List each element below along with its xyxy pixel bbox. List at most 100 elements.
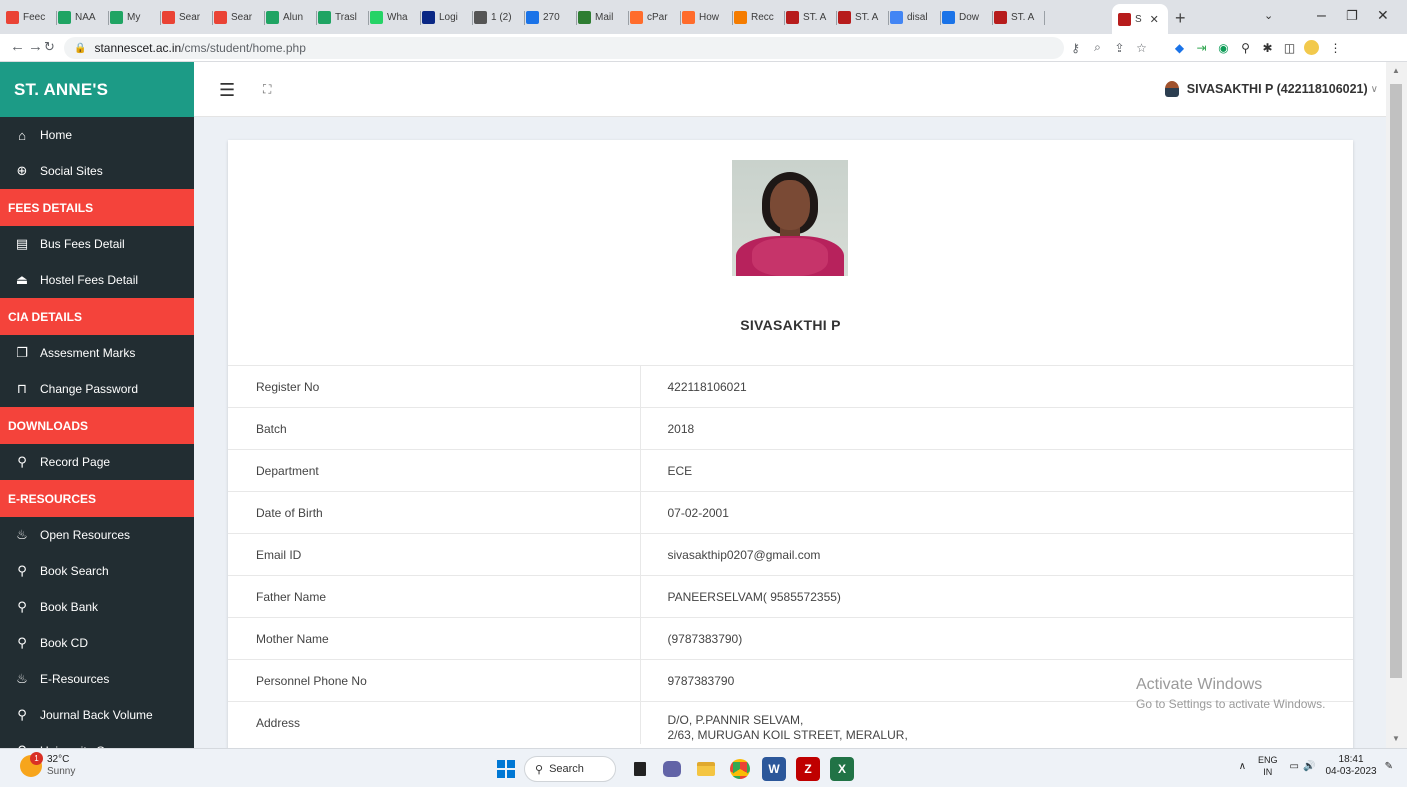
- sidebar-item[interactable]: ▤ Bus Fees Detail: [0, 226, 194, 262]
- tab-separator: [628, 11, 629, 25]
- browser-tab[interactable]: Logi: [422, 5, 471, 30]
- windows-start-icon[interactable]: [494, 757, 518, 781]
- sidebar-item[interactable]: ♨ E-Resources: [0, 661, 194, 697]
- sidebar-item[interactable]: ⚲ Journal Back Volume: [0, 697, 194, 733]
- system-tray: ∧ ENG IN ▭ 🔊 18:41 04-03-2023 ✎: [1239, 754, 1393, 778]
- sidebar-item[interactable]: ⚲ Book Search: [0, 553, 194, 589]
- sidebar-item[interactable]: ❐ Assesment Marks: [0, 335, 194, 371]
- minimize-button[interactable]: –: [1317, 7, 1326, 25]
- scroll-up-icon[interactable]: ▲: [1392, 66, 1400, 75]
- excel-icon[interactable]: X: [830, 757, 854, 781]
- bookmark-star-icon[interactable]: ☆: [1134, 40, 1149, 55]
- browser-tab[interactable]: Trasl: [318, 5, 367, 30]
- close-window-button[interactable]: ✕: [1377, 7, 1389, 24]
- browser-tab[interactable]: My: [110, 5, 159, 30]
- browser-tab[interactable]: Mail: [578, 5, 627, 30]
- chrome-icon[interactable]: [728, 757, 752, 781]
- browser-tab[interactable]: NAA: [58, 5, 107, 30]
- extension-circle-icon[interactable]: ◉: [1216, 40, 1231, 55]
- browser-menu-icon[interactable]: ⋮: [1328, 40, 1343, 55]
- browser-tab-label: disal: [907, 12, 928, 23]
- filezilla-icon[interactable]: Z: [796, 757, 820, 781]
- extension-diamond-icon[interactable]: ◆: [1172, 40, 1187, 55]
- sidebar-item[interactable]: ⚲University Qpaper: [0, 733, 194, 748]
- home-icon: ⌂: [18, 127, 26, 143]
- sidebar-item[interactable]: ⊕ Social Sites: [0, 153, 194, 189]
- sidebar-item[interactable]: ♨ Open Resources: [0, 517, 194, 553]
- browser-tab[interactable]: Dow: [942, 5, 991, 30]
- back-icon[interactable]: ←: [10, 38, 25, 55]
- sidebar-item[interactable]: ⚲ Record Page: [0, 444, 194, 480]
- table-row: Date of Birth 07-02-2001: [228, 491, 1353, 534]
- browser-tab[interactable]: cPar: [630, 5, 679, 30]
- language-code: ENG: [1258, 755, 1278, 765]
- teams-chat-icon[interactable]: [660, 757, 684, 781]
- language-indicator[interactable]: ENG IN: [1258, 754, 1278, 778]
- hamburger-menu-icon[interactable]: ☰: [219, 80, 235, 101]
- share-icon[interactable]: ⇪: [1112, 40, 1127, 55]
- browser-tab[interactable]: ST. A: [786, 5, 835, 30]
- scrollbar-thumb[interactable]: [1390, 84, 1402, 678]
- sidebar-section-header: FEES DETAILS: [0, 189, 194, 226]
- sidebar-item[interactable]: ⊓ Change Password: [0, 371, 194, 407]
- chevron-up-icon[interactable]: ∧: [1239, 761, 1246, 772]
- zoom-icon[interactable]: ⌕: [1090, 40, 1105, 55]
- extension-search-icon[interactable]: ⚲: [1238, 40, 1253, 55]
- page-scrollbar[interactable]: ▲ ▼: [1386, 62, 1407, 748]
- browser-tab[interactable]: 270: [526, 5, 575, 30]
- detail-label: Email ID: [228, 533, 641, 576]
- browser-tab[interactable]: Alun: [266, 5, 315, 30]
- user-menu[interactable]: SIVASAKTHI P (422118106021) ∨: [1164, 81, 1378, 97]
- close-tab-icon[interactable]: ✕: [1150, 13, 1159, 26]
- browser-tab[interactable]: Wha: [370, 5, 419, 30]
- display-icon[interactable]: ▭: [1290, 761, 1299, 772]
- globe-icon: [474, 11, 487, 24]
- sidebar-item-label: Journal Back Volume: [40, 708, 153, 722]
- tab-separator: [160, 11, 161, 25]
- tab-separator: [108, 11, 109, 25]
- extensions-puzzle-icon[interactable]: ✱: [1260, 40, 1275, 55]
- tab-search-icon[interactable]: ⌄: [1264, 9, 1273, 22]
- new-tab-button[interactable]: +: [1175, 8, 1186, 29]
- browser-tab[interactable]: disal: [890, 5, 939, 30]
- browser-tab[interactable]: 1 (2): [474, 5, 523, 30]
- sidebar-item[interactable]: ⏏ Hostel Fees Detail: [0, 262, 194, 298]
- scroll-down-icon[interactable]: ▼: [1392, 734, 1400, 743]
- file-explorer-icon[interactable]: [694, 757, 718, 781]
- browser-tab-active[interactable]: S ✕: [1112, 4, 1168, 34]
- taskbar-search[interactable]: ⚲ Search: [524, 756, 616, 782]
- sidebar-item[interactable]: ⚲ Book CD: [0, 625, 194, 661]
- browser-tab[interactable]: ST. A: [838, 5, 887, 30]
- task-view-icon[interactable]: [628, 757, 652, 781]
- word-icon[interactable]: W: [762, 757, 786, 781]
- college-icon: [838, 11, 851, 24]
- chevron-down-icon: ∨: [1370, 83, 1378, 95]
- sidebar-item[interactable]: ⚲ Book Bank: [0, 589, 194, 625]
- watermark-subtitle: Go to Settings to activate Windows.: [1136, 697, 1326, 711]
- reload-icon[interactable]: ↻: [44, 39, 55, 55]
- restore-button[interactable]: ❐: [1346, 8, 1358, 24]
- brand-logo[interactable]: ST. ANNE'S: [0, 62, 194, 117]
- side-panel-icon[interactable]: ◫: [1282, 40, 1297, 55]
- browser-tab[interactable]: Sear: [162, 5, 211, 30]
- weather-widget[interactable]: 1 32°C Sunny: [20, 751, 75, 777]
- clock[interactable]: 18:41 04-03-2023: [1325, 754, 1376, 778]
- notification-icon[interactable]: ✎: [1385, 761, 1393, 772]
- volume-icon[interactable]: 🔊: [1303, 761, 1315, 772]
- taskbar-search-label: Search: [549, 763, 584, 775]
- browser-tab[interactable]: How: [682, 5, 731, 30]
- sidebar-item[interactable]: ⌂ Home: [0, 117, 194, 153]
- browser-tab[interactable]: ST. A: [994, 5, 1043, 30]
- key-icon[interactable]: ⚷: [1068, 40, 1083, 55]
- browser-tab[interactable]: Feec: [6, 5, 55, 30]
- tab-separator: [212, 11, 213, 25]
- extension-arrow-icon[interactable]: ⇥: [1194, 40, 1209, 55]
- mail-icon: [578, 11, 591, 24]
- forward-icon[interactable]: →: [28, 38, 43, 55]
- tab-separator: [264, 11, 265, 25]
- address-bar[interactable]: 🔒 stannescet.ac.in/cms/student/home.php: [64, 37, 1064, 59]
- profile-avatar-icon[interactable]: [1304, 40, 1319, 55]
- browser-tab[interactable]: Sear: [214, 5, 263, 30]
- browser-tab[interactable]: Recc: [734, 5, 783, 30]
- fullscreen-icon[interactable]: ⛶: [263, 82, 271, 97]
